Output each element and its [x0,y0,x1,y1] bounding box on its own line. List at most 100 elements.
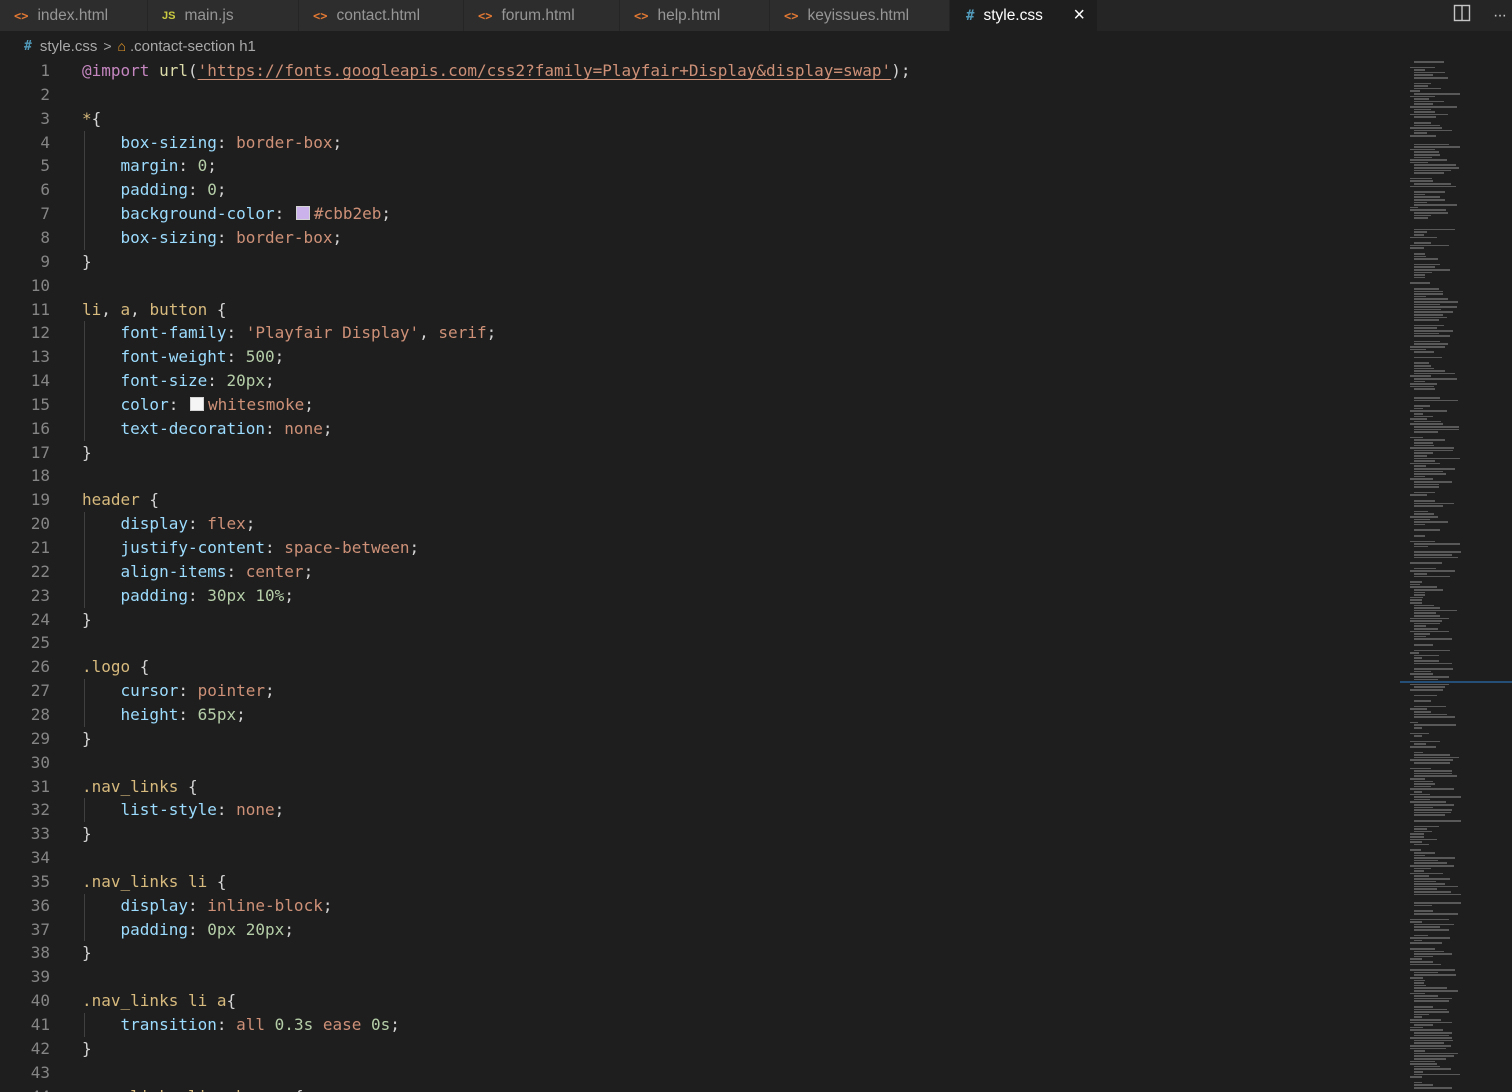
code-line[interactable]: 8 box-sizing: border-box; [0,226,1400,250]
code-line[interactable]: 41 transition: all 0.3s ease 0s; [0,1013,1400,1037]
code-line[interactable]: 1 @import url('https://fonts.googleapis.c… [0,59,1400,83]
code-line[interactable]: 12 font-family: 'Playfair Display', seri… [0,321,1400,345]
code-line[interactable]: 43 [0,1061,1400,1085]
breadcrumb-file[interactable]: style.css [40,38,98,55]
code-line[interactable]: 2 [0,83,1400,107]
code-line[interactable]: 18 [0,464,1400,488]
tab-keyissues-html[interactable]: <> keyissues.html [770,0,950,31]
more-actions-icon[interactable]: ··· [1493,7,1507,25]
code-token: .nav_links [82,776,179,796]
code-line[interactable]: 19 header { [0,488,1400,512]
minimap-line [1414,388,1435,390]
code-line[interactable]: 23 padding: 30px 10%; [0,584,1400,608]
code-line[interactable]: 40 .nav_links li a{ [0,989,1400,1013]
minimap-line [1414,465,1426,467]
minimap-line [1410,1045,1451,1047]
code-line[interactable]: 17} [0,441,1400,465]
code-line[interactable]: 36 display: inline-block; [0,894,1400,918]
code-line[interactable]: 42} [0,1037,1400,1061]
minimap-line [1410,570,1455,572]
code-token: : [274,204,294,224]
tab-forum-html[interactable]: <> forum.html [464,0,620,31]
code-line[interactable]: 10 [0,274,1400,298]
minimap-line [1414,806,1433,809]
tab-contact-html[interactable]: <> contact.html [299,0,464,31]
code-line[interactable]: 16 text-decoration: none; [0,417,1400,441]
code-line[interactable]: 22 align-items: center; [0,560,1400,584]
minimap-line [1414,811,1451,814]
code-line[interactable]: 30 [0,751,1400,775]
code-line[interactable]: 38} [0,941,1400,965]
minimap-line [1414,87,1441,90]
code-token: 0s [371,1015,391,1034]
minimap-line [1414,1071,1423,1073]
minimap-line [1414,791,1422,793]
code-line[interactable]: 27 cursor: pointer; [0,679,1400,703]
tab-index-html[interactable]: <> index.html [0,0,148,31]
breadcrumb-symbol[interactable]: .contact-section h1 [130,38,256,55]
minimap-line [1410,206,1418,209]
minimap-line [1414,124,1440,127]
code-line[interactable]: 5 margin: 0; [0,154,1400,178]
code-token: ; [332,227,343,247]
color-swatch[interactable] [295,206,310,221]
code-token: ; [236,704,246,724]
code-line[interactable]: 37 padding: 0px 20px; [0,918,1400,942]
minimap-line [1410,732,1429,735]
code-line[interactable]: 3 *{ [0,107,1400,131]
minimap-slider[interactable] [1400,681,1512,683]
code-line[interactable]: 4 box-sizing: border-box; [0,131,1400,155]
code-line[interactable]: 6 padding: 0; [0,178,1400,202]
split-editor-icon[interactable] [1453,4,1471,27]
code-line[interactable]: 34 [0,846,1400,870]
code-line[interactable]: 32 list-style: none; [0,798,1400,822]
editor-tab-bar: <> index.html JS main.js <> contact.html… [0,0,1512,31]
minimap-line [1414,293,1443,295]
minimap[interactable] [1400,59,1512,1092]
minimap-line [1414,974,1456,976]
code-token: , [419,323,439,343]
color-swatch[interactable] [189,396,204,411]
code-line[interactable]: 7 background-color: #cbb2eb; [0,202,1400,226]
tab-style-css[interactable]: # style.css × [950,0,1098,31]
minimap-line [1414,111,1435,113]
tab-help-html[interactable]: <> help.html [620,0,770,31]
code-line[interactable]: 13 font-weight: 500; [0,345,1400,369]
minimap-line [1414,950,1444,953]
code-text: padding: 0; [82,178,227,202]
code-line[interactable]: 14 font-size: 20px; [0,369,1400,393]
code-editor[interactable]: 1 @import url('https://fonts.googleapis.c… [0,59,1400,1092]
code-line[interactable]: 25 [0,631,1400,655]
code-line[interactable]: 21 justify-content: space-between; [0,536,1400,560]
tab-main-js[interactable]: JS main.js [148,0,299,31]
minimap-line [1414,413,1423,415]
code-line[interactable]: 28 height: 65px; [0,703,1400,727]
code-line[interactable]: 15 color: whitesmoke; [0,393,1400,417]
code-line[interactable]: 44 .nav_links li a:hover { [0,1085,1400,1092]
code-line[interactable]: 11 li, a, button { [0,298,1400,322]
code-line[interactable]: 39 [0,965,1400,989]
minimap-line [1414,510,1428,513]
minimap-line [1410,236,1437,239]
code-line[interactable]: 31 .nav_links { [0,775,1400,799]
code-line[interactable]: 26 .logo { [0,655,1400,679]
minimap-line [1414,98,1429,100]
code-token: .nav_links li a [82,991,227,1011]
code-token: ; [274,800,285,820]
minimap-line [1410,689,1443,691]
minimap-line [1414,319,1439,321]
code-text: } [82,250,92,274]
minimap-line [1410,602,1422,604]
close-icon[interactable]: × [1073,4,1085,26]
minimap-line [1414,156,1432,159]
code-line[interactable]: 35 .nav_links li { [0,870,1400,894]
code-line[interactable]: 20 display: flex; [0,512,1400,536]
minimap-line [1414,199,1445,201]
code-line[interactable]: 33} [0,822,1400,846]
code-line[interactable]: 24} [0,608,1400,632]
code-line[interactable]: 9} [0,250,1400,274]
code-line[interactable]: 29} [0,727,1400,751]
